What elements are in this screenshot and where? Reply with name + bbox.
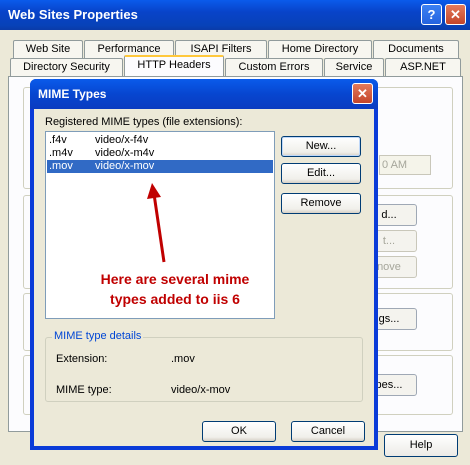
- annotation-arrow-icon: [147, 183, 166, 263]
- annotation-line-1: Here are several mime: [100, 271, 250, 287]
- annotation-line-2: types added to iis 6: [110, 291, 240, 307]
- annotation-text: Here are several mime types added to iis…: [15, 269, 335, 309]
- tab-http-headers[interactable]: HTTP Headers: [124, 55, 224, 76]
